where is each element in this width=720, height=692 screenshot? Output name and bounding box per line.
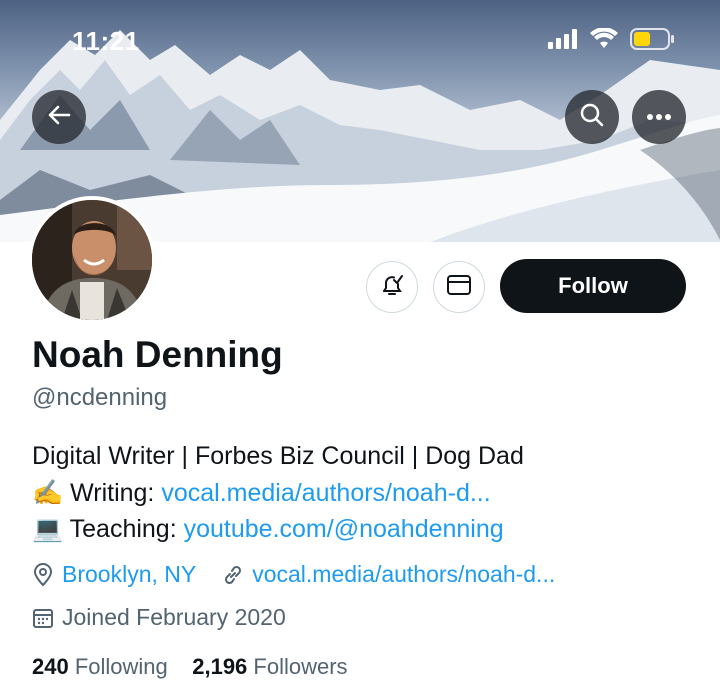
message-button[interactable] (433, 261, 485, 313)
bio-teaching-link[interactable]: youtube.com/@noahdenning (184, 515, 504, 543)
bio-writing-link[interactable]: vocal.media/authors/noah-d... (161, 479, 490, 507)
link-icon (222, 564, 244, 586)
wifi-icon (590, 27, 618, 55)
bio-line-3: 💻 Teaching: youtube.com/@noahdenning (32, 515, 504, 544)
profile-meta-row: Brooklyn, NY vocal.media/authors/noah-d.… (32, 561, 555, 588)
following-label: Following (74, 654, 168, 679)
mail-icon (446, 274, 472, 301)
following-link[interactable]: 240 Following (32, 654, 168, 679)
back-arrow-icon (46, 102, 72, 133)
back-button[interactable] (32, 90, 86, 144)
display-name: Noah Denning (32, 334, 283, 375)
avatar-photo (32, 200, 152, 320)
joined-text: Joined February 2020 (62, 604, 286, 630)
followers-count: 2,196 (192, 654, 248, 679)
bio-writing-label: Writing: (70, 479, 162, 507)
battery-icon (630, 28, 676, 55)
search-icon (579, 102, 605, 133)
calendar-icon (32, 607, 54, 629)
followers-label: Followers (253, 654, 348, 679)
bio-line-1: Digital Writer | Forbes Biz Council | Do… (32, 442, 524, 470)
bio-line-2: ✍️ Writing: vocal.media/authors/noah-d..… (32, 479, 491, 508)
writing-emoji: ✍️ (32, 479, 64, 507)
location-text: Brooklyn, NY (62, 561, 197, 587)
user-handle: @ncdenning (32, 384, 168, 411)
status-time: 11:21 (72, 26, 140, 56)
following-count: 240 (32, 654, 69, 679)
follow-stats: 240 Following 2,196 Followers (32, 654, 348, 680)
more-button[interactable] (632, 90, 686, 144)
avatar[interactable] (28, 196, 156, 324)
more-icon (646, 108, 672, 126)
location-pin-icon (32, 562, 54, 587)
followers-link[interactable]: 2,196 Followers (192, 654, 347, 679)
laptop-emoji: 💻 (32, 515, 64, 543)
search-button[interactable] (565, 90, 619, 144)
website-link[interactable]: vocal.media/authors/noah-d... (252, 561, 555, 588)
status-icons (548, 27, 676, 55)
follow-button[interactable]: Follow (500, 259, 686, 313)
notifications-button[interactable] (366, 261, 418, 313)
signal-icon (548, 29, 578, 54)
bio-teaching-label: Teaching: (69, 515, 184, 543)
joined-row: Joined February 2020 (32, 604, 286, 631)
notify-bell-icon (379, 272, 405, 303)
